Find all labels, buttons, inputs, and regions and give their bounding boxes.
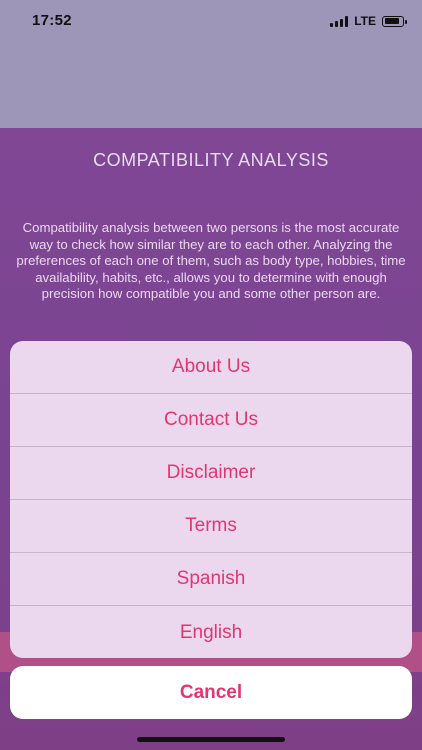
action-sheet: About Us Contact Us Disclaimer Terms Spa…	[10, 341, 412, 658]
action-spanish[interactable]: Spanish	[10, 553, 412, 606]
action-disclaimer[interactable]: Disclaimer	[10, 447, 412, 500]
network-type: LTE	[354, 14, 376, 28]
page-title: COMPATIBILITY ANALYSIS	[93, 150, 329, 170]
action-contact-us[interactable]: Contact Us	[10, 394, 412, 447]
cellular-signal-icon	[330, 15, 349, 27]
cancel-button[interactable]: Cancel	[10, 666, 412, 719]
action-english[interactable]: English	[10, 606, 412, 658]
battery-icon	[382, 15, 407, 27]
home-indicator[interactable]	[137, 737, 285, 742]
status-indicators: LTE	[330, 14, 407, 28]
action-about-us[interactable]: About Us	[10, 341, 412, 394]
status-bar: 17:52 LTE	[0, 0, 422, 44]
status-time: 17:52	[32, 12, 72, 29]
action-terms[interactable]: Terms	[10, 500, 412, 553]
page-description: Compatibility analysis between two perso…	[16, 220, 406, 301]
